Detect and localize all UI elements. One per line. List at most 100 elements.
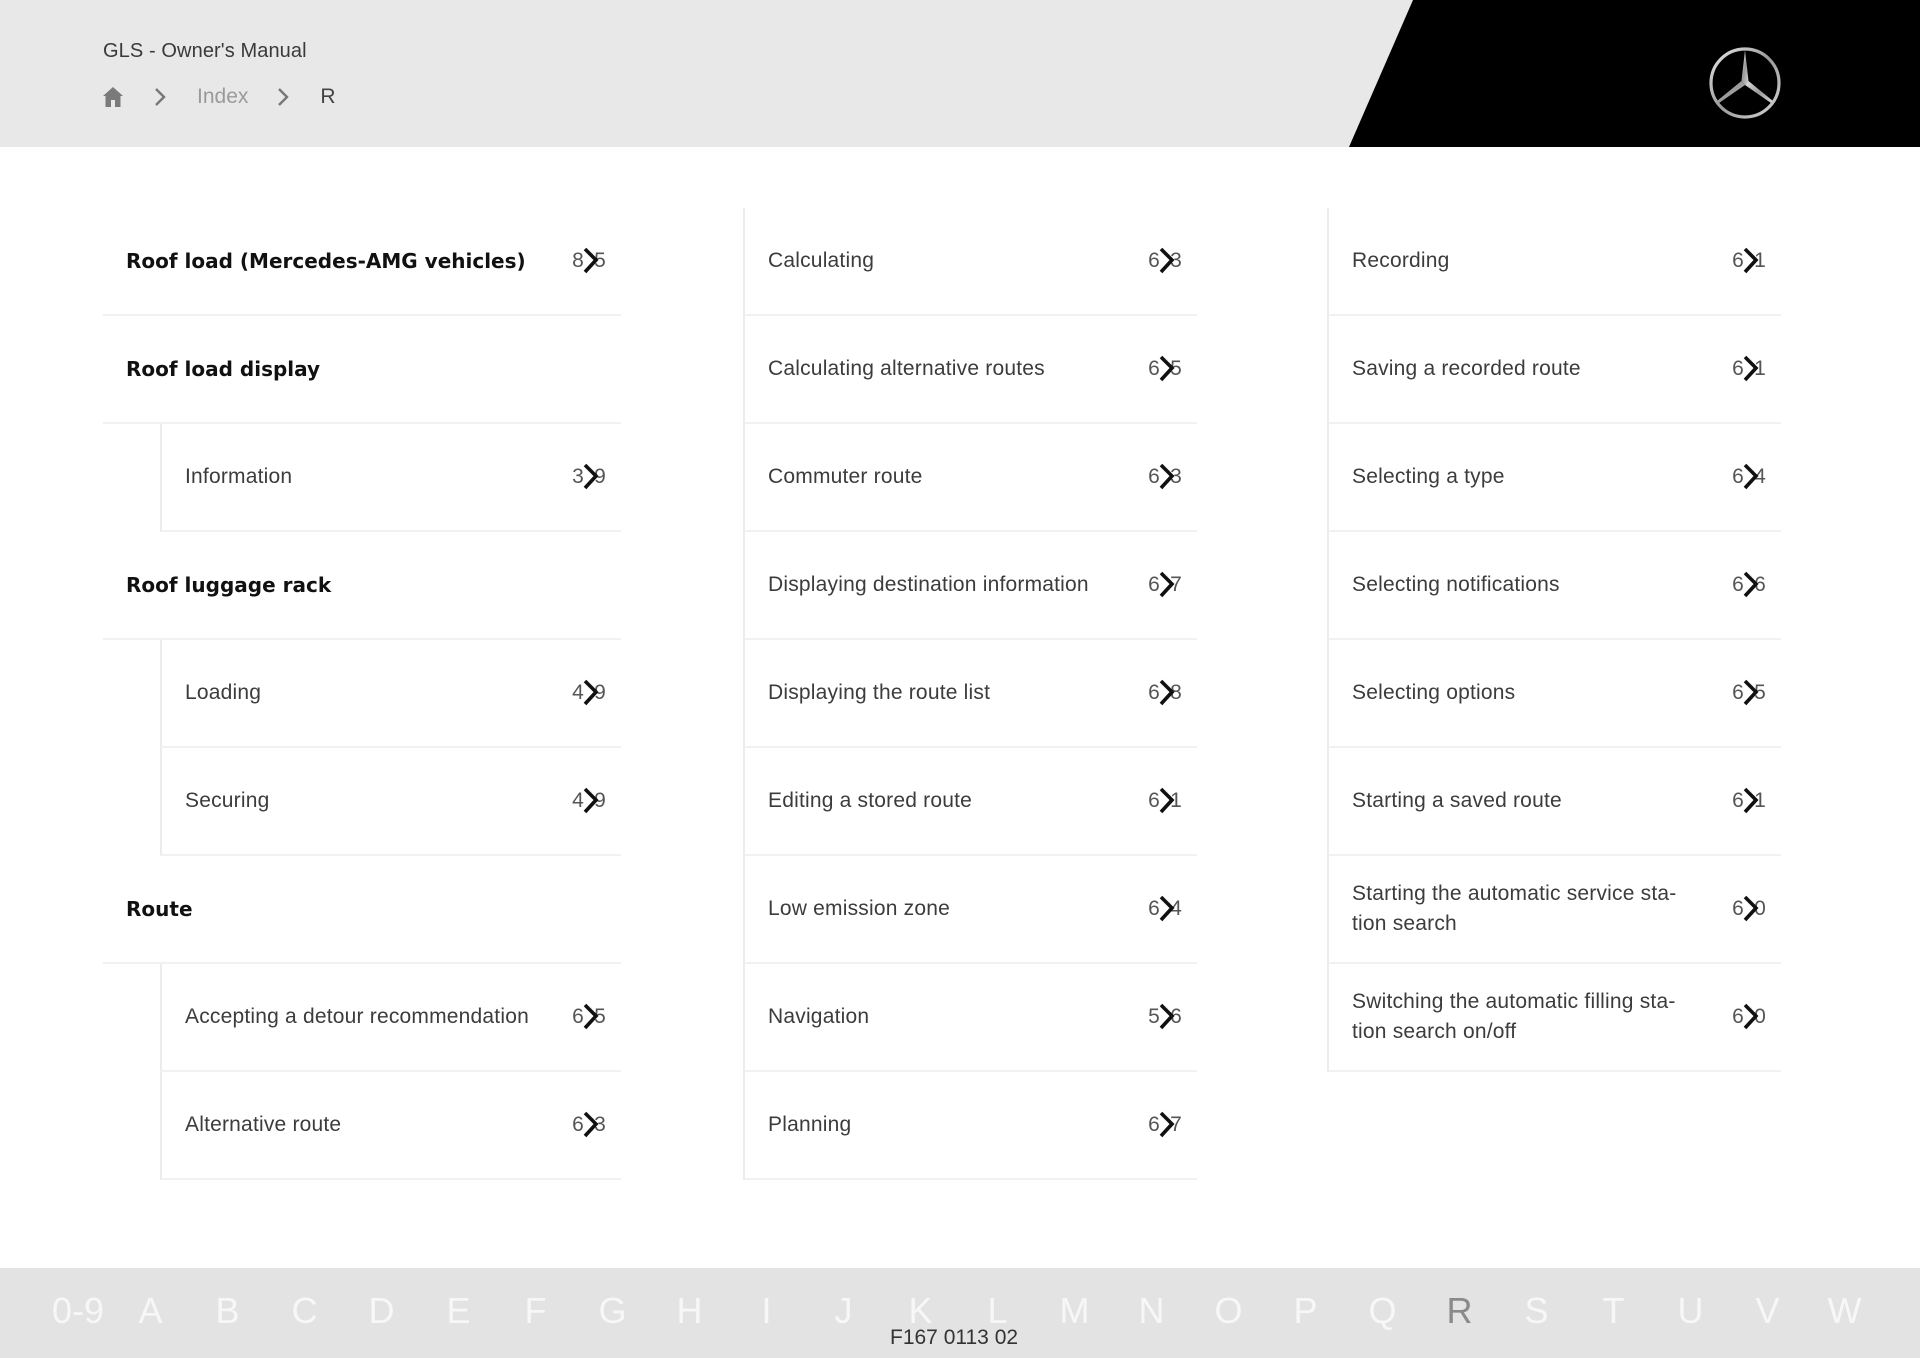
index-entry[interactable]: Commuter route 6 3 xyxy=(745,424,1197,532)
index-heading: Roof load display xyxy=(103,316,621,424)
index-entry[interactable]: Selecting options 6 5 xyxy=(1329,640,1781,748)
index-entry[interactable]: Starting a saved route 6 1 xyxy=(1329,748,1781,856)
entry-label: Selecting options xyxy=(1352,681,1516,704)
page-reference-link[interactable]: 56 xyxy=(1143,1002,1187,1032)
index-entry[interactable]: Selecting a type 6 4 xyxy=(1329,424,1781,532)
alphabet-letter-t[interactable]: T xyxy=(1575,1290,1652,1332)
alphabet-letter-b[interactable]: B xyxy=(189,1290,266,1332)
page-reference-link[interactable]: 67 xyxy=(1143,570,1187,600)
alphabet-letter-0-9[interactable]: 0-9 xyxy=(44,1290,112,1332)
page-reference-link[interactable]: 61 xyxy=(1143,786,1187,816)
entry-label: Calculating alternative routes xyxy=(768,357,1045,380)
entry-label: Navigation xyxy=(768,1005,870,1028)
page-reference-link[interactable]: 60 xyxy=(1727,894,1771,924)
index-entry[interactable]: Starting the automatic service sta- tion… xyxy=(1329,856,1781,964)
entry-label: Loading xyxy=(185,681,262,704)
chevron-right-icon xyxy=(1743,355,1759,382)
entry-label: Roof load (Mercedes-AMG vehicles) xyxy=(126,249,526,273)
page-reference-link[interactable]: 60 xyxy=(1727,1002,1771,1032)
entry-label: Displaying the route list xyxy=(768,681,991,704)
index-entry[interactable]: Alternative route 6 3 xyxy=(160,1072,621,1180)
chevron-right-icon xyxy=(583,1111,599,1138)
home-icon[interactable] xyxy=(101,85,125,109)
page-reference-link[interactable]: 65 xyxy=(567,1002,611,1032)
index-entry[interactable]: Saving a recorded route 6 1 xyxy=(1329,316,1781,424)
index-heading[interactable]: Roof load (Mercedes-AMG vehicles) 8 5 xyxy=(103,208,621,316)
page-reference-link[interactable]: 67 xyxy=(1143,1110,1187,1140)
chevron-right-icon xyxy=(1159,895,1175,922)
breadcrumb-current: R xyxy=(320,85,336,108)
page-reference-link[interactable]: 61 xyxy=(1727,354,1771,384)
page-reference-link[interactable]: 61 xyxy=(1727,786,1771,816)
page-reference-link[interactable]: 65 xyxy=(1143,354,1187,384)
index-entry[interactable]: Recording 6 1 xyxy=(1329,208,1781,316)
index-entry[interactable]: Calculating 6 3 xyxy=(745,208,1197,316)
index-column-middle: Calculating 6 3 Calculating alternative rou… xyxy=(743,208,1197,1180)
alphabet-letter-r[interactable]: R xyxy=(1421,1290,1498,1332)
page-reference-link[interactable]: 61 xyxy=(1727,246,1771,276)
chevron-right-icon xyxy=(1159,679,1175,706)
mercedes-star-logo[interactable] xyxy=(1707,45,1783,121)
alphabet-letter-d[interactable]: D xyxy=(343,1290,420,1332)
page-reference-link[interactable]: 64 xyxy=(1727,462,1771,492)
index-entry[interactable]: Accepting a detour recommendation 6 5 xyxy=(160,964,621,1072)
page-reference-link[interactable]: 64 xyxy=(1143,894,1187,924)
page-reference-link[interactable]: 39 xyxy=(567,462,611,492)
chevron-right-icon xyxy=(1743,787,1759,814)
chevron-right-icon xyxy=(583,1003,599,1030)
alphabet-letter-v[interactable]: V xyxy=(1729,1290,1806,1332)
alphabet-letter-h[interactable]: H xyxy=(651,1290,728,1332)
breadcrumb: Index R xyxy=(101,82,336,112)
alphabet-letter-u[interactable]: U xyxy=(1652,1290,1729,1332)
chevron-right-icon xyxy=(155,88,166,106)
alphabet-letter-w[interactable]: W xyxy=(1806,1290,1883,1332)
chevron-right-icon xyxy=(1743,895,1759,922)
header-black-panel xyxy=(1349,0,1920,147)
chevron-right-icon xyxy=(1743,571,1759,598)
index-entry[interactable]: Displaying destination information 6 7 xyxy=(745,532,1197,640)
breadcrumb-index-link[interactable]: Index xyxy=(197,85,248,109)
index-entry[interactable]: Displaying the route list 6 8 xyxy=(745,640,1197,748)
alphabet-letter-q[interactable]: Q xyxy=(1344,1290,1421,1332)
alphabet-letter-f[interactable]: F xyxy=(497,1290,574,1332)
index-entry[interactable]: Selecting notifications 6 6 xyxy=(1329,532,1781,640)
page-reference-link[interactable]: 49 xyxy=(567,786,611,816)
entry-label: Planning xyxy=(768,1113,852,1136)
index-entry[interactable]: Securing 4 9 xyxy=(160,748,621,856)
chevron-right-icon xyxy=(583,679,599,706)
alphabet-letter-p[interactable]: P xyxy=(1267,1290,1344,1332)
chevron-right-icon xyxy=(1743,1003,1759,1030)
entry-label: Low emission zone xyxy=(768,897,950,920)
alphabet-letter-o[interactable]: O xyxy=(1190,1290,1267,1332)
alphabet-letter-c[interactable]: C xyxy=(266,1290,343,1332)
page-reference-link[interactable]: 85 xyxy=(567,246,611,276)
alphabet-letter-g[interactable]: G xyxy=(574,1290,651,1332)
document-code: F167 0113 02 xyxy=(890,1326,1019,1349)
index-entry[interactable]: Information 3 9 xyxy=(160,424,621,532)
alphabet-letter-m[interactable]: M xyxy=(1036,1290,1113,1332)
entry-label: Recording xyxy=(1352,249,1450,272)
index-entry[interactable]: Switching the automatic filling sta- tio… xyxy=(1329,964,1781,1072)
page-reference-link[interactable]: 63 xyxy=(1143,246,1187,276)
index-entry[interactable]: Planning 6 7 xyxy=(745,1072,1197,1180)
index-entry[interactable]: Navigation 5 6 xyxy=(745,964,1197,1072)
index-entry[interactable]: Loading 4 9 xyxy=(160,640,621,748)
alphabet-letter-j[interactable]: J xyxy=(805,1290,882,1332)
page-reference-link[interactable]: 65 xyxy=(1727,678,1771,708)
index-entry[interactable]: Calculating alternative routes 6 5 xyxy=(745,316,1197,424)
alphabet-letter-n[interactable]: N xyxy=(1113,1290,1190,1332)
page-reference-link[interactable]: 49 xyxy=(567,678,611,708)
page-reference-link[interactable]: 68 xyxy=(1143,678,1187,708)
chevron-right-icon xyxy=(583,787,599,814)
entry-label: Route xyxy=(126,897,193,921)
page-reference-link[interactable]: 63 xyxy=(1143,462,1187,492)
index-entry[interactable]: Editing a stored route 6 1 xyxy=(745,748,1197,856)
page-reference-link[interactable]: 63 xyxy=(567,1110,611,1140)
index-entry[interactable]: Low emission zone 6 4 xyxy=(745,856,1197,964)
alphabet-letter-i[interactable]: I xyxy=(728,1290,805,1332)
alphabet-letter-s[interactable]: S xyxy=(1498,1290,1575,1332)
page-reference-link[interactable]: 66 xyxy=(1727,570,1771,600)
index-column-left: Roof load (Mercedes-AMG vehicles) 8 5 Roof … xyxy=(103,208,621,1180)
alphabet-letter-a[interactable]: A xyxy=(112,1290,189,1332)
alphabet-letter-e[interactable]: E xyxy=(420,1290,497,1332)
